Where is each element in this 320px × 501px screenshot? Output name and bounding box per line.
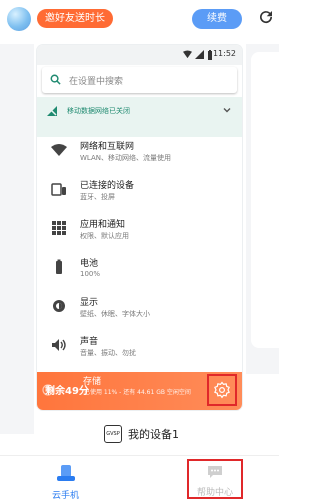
search-icon: [50, 74, 61, 85]
refresh-icon[interactable]: [257, 8, 275, 26]
settings-item-sound[interactable]: 声音 音量、振动、勿扰: [37, 329, 242, 368]
item-title: 电池: [80, 259, 99, 269]
wifi-status-icon: [183, 50, 192, 59]
battery-icon: [56, 259, 62, 274]
background-panel-left: [0, 44, 34, 434]
gear-icon: [214, 381, 230, 399]
device-badge: GVSP: [104, 425, 122, 443]
storage-subtitle: 已使用 11% - 还有 44.61 GB 空闲空间: [84, 389, 191, 396]
settings-item-battery[interactable]: 电池 100%: [37, 251, 242, 290]
device-label[interactable]: GVSP 我的设备1: [104, 424, 179, 444]
cloud-phone-screen[interactable]: 11:52 在设置中搜索 移动数据网络已关闭 网络和互联网 WLAN、移动网络、…: [37, 45, 242, 410]
item-subtitle: 100%: [80, 270, 101, 278]
item-title: 网络和互联网: [80, 142, 135, 152]
item-title: 显示: [80, 298, 99, 308]
tab-label: 帮助中心: [196, 488, 233, 498]
item-subtitle: 蓝牙、投屏: [80, 193, 115, 201]
banner-text: 移动数据网络已关闭: [67, 107, 130, 115]
settings-search-input[interactable]: 在设置中搜索: [42, 67, 237, 93]
settings-item-connected-devices[interactable]: 已连接的设备 蓝牙、投屏: [37, 173, 242, 212]
invite-friends-button[interactable]: 邀好友送时长: [37, 9, 113, 28]
bottom-navigation: 云手机 帮助中心: [0, 455, 279, 501]
devices-icon: [51, 183, 66, 196]
status-time: 11:52: [212, 49, 236, 58]
apps-icon: [52, 221, 66, 235]
phone-settings-button[interactable]: [207, 374, 237, 406]
mobile-data-banner[interactable]: 移动数据网络已关闭: [37, 97, 242, 137]
item-subtitle: 壁纸、休眠、字体大小: [80, 310, 150, 318]
settings-item-display[interactable]: 显示 壁纸、休眠、字体大小: [37, 290, 242, 329]
item-subtitle: 权限、默认应用: [80, 232, 129, 240]
item-title: 已连接的设备: [80, 181, 135, 191]
phone-status-bar: 11:52: [37, 45, 242, 65]
avatar[interactable]: [7, 7, 31, 31]
tab-help-center[interactable]: 帮助中心: [187, 459, 243, 499]
cloud-phone-icon: [56, 465, 75, 481]
top-bar: 邀好友送时长 续费: [0, 0, 279, 38]
storage-title: 存储: [83, 377, 102, 387]
device-name: 我的设备1: [128, 428, 179, 441]
settings-item-apps[interactable]: 应用和通知 权限、默认应用: [37, 212, 242, 251]
tab-cloud-phone[interactable]: 云手机: [52, 464, 79, 501]
item-subtitle: WLAN、移动网络、流量使用: [80, 154, 172, 162]
signal-icon: [195, 50, 204, 59]
settings-item-network[interactable]: 网络和互联网 WLAN、移动网络、流量使用: [37, 134, 242, 173]
volume-icon: [52, 339, 66, 351]
item-title: 声音: [80, 337, 99, 347]
renew-button[interactable]: 续费: [192, 9, 242, 29]
no-data-icon: [47, 106, 57, 116]
item-title: 应用和通知: [80, 220, 126, 230]
wifi-icon: [51, 144, 67, 156]
chat-icon: [208, 466, 222, 478]
display-icon: [53, 300, 65, 312]
search-placeholder: 在设置中搜索: [69, 77, 124, 87]
item-subtitle: 音量、振动、勿扰: [80, 349, 136, 357]
tab-label: 云手机: [52, 491, 80, 501]
next-device-card[interactable]: [251, 52, 279, 348]
chevron-down-icon[interactable]: [222, 105, 232, 115]
